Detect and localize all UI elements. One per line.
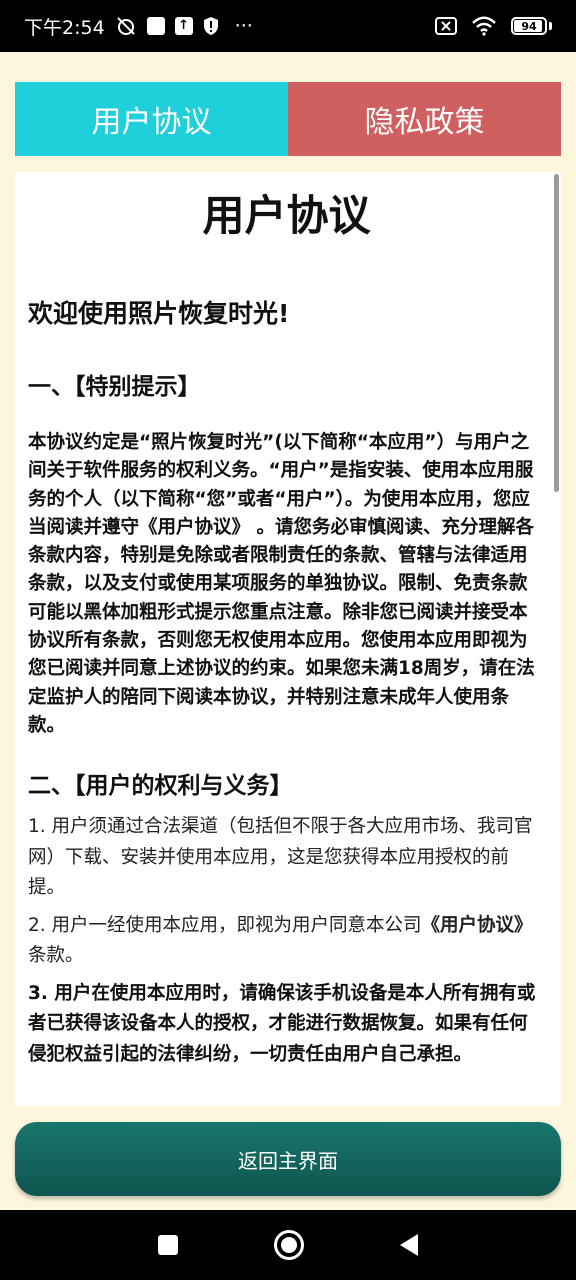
back-icon[interactable] [400, 1234, 418, 1256]
status-time: 下午2:54 [24, 16, 105, 39]
rights-item-2: 2. 用户一经使用本应用，即视为用户同意本公司《用户协议》条款。 [28, 911, 545, 972]
rights-item-2-suffix: 条款。 [28, 945, 84, 967]
user-agreement-link: 《用户协议》 [421, 914, 533, 936]
tab-bar: 用户协议 隐私政策 [15, 82, 561, 156]
status-bar: 下午2:54 ↑ ··· 94 [0, 0, 576, 52]
recent-apps-icon[interactable] [158, 1235, 178, 1255]
alarm-off-icon [115, 15, 137, 37]
rights-item-2-prefix: 2. 用户一经使用本应用，即视为用户同意本公司 [28, 914, 422, 936]
section-special-notice-heading: 一、【特别提示】 [28, 374, 201, 400]
section-rights-heading: 二、【用户的权利与义务】 [28, 773, 293, 800]
battery-level: 94 [521, 19, 537, 33]
scrollbar[interactable] [554, 174, 559, 492]
more-notifications-icon: ··· [234, 15, 253, 37]
home-icon[interactable] [274, 1230, 304, 1260]
shield-icon [203, 16, 219, 36]
upload-icon: ↑ [174, 17, 193, 35]
battery-icon: 94 [511, 17, 547, 35]
wifi-icon [471, 16, 497, 36]
home-icon-dot [281, 1237, 297, 1253]
tab-user-agreement[interactable]: 用户协议 [15, 82, 288, 156]
navigation-bar [0, 1210, 576, 1280]
section-special-notice-body: 本协议约定是“照片恢复时光”(以下简称“本应用”）与用户之间关于软件服务的权利义… [28, 432, 535, 736]
sim-off-icon [435, 17, 457, 35]
agreement-content[interactable]: 用户协议 欢迎使用照片恢复时光! 一、【特别提示】 本协议约定是“照片恢复时光”… [15, 172, 561, 1106]
notification-icon [146, 17, 165, 35]
document-title: 用户协议 [202, 191, 371, 240]
tab-privacy-policy[interactable]: 隐私政策 [288, 82, 561, 156]
rights-item-3: 3. 用户在使用本应用时，请确保该手机设备是本人所有拥有或者已获得该设备本人的授… [28, 982, 536, 1065]
rights-item-1: 1. 用户须通过合法渠道（包括但不限于各大应用市场、我司官网）下载、安装并使用本… [28, 816, 533, 899]
return-home-button[interactable]: 返回主界面 [15, 1122, 561, 1196]
welcome-heading: 欢迎使用照片恢复时光! [28, 299, 290, 328]
battery-cap [549, 22, 552, 30]
